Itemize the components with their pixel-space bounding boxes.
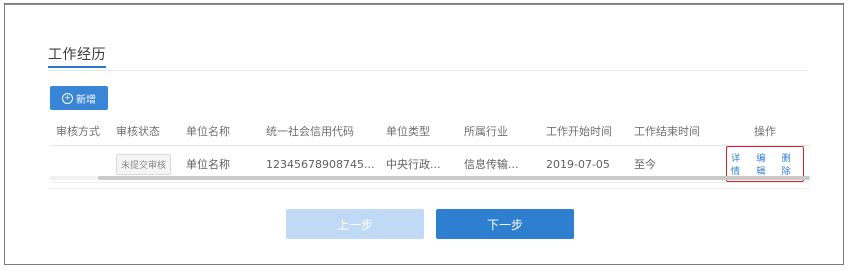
- horizontal-scrollbar[interactable]: [50, 176, 810, 180]
- edit-link[interactable]: 编辑: [756, 151, 773, 177]
- column-header[interactable]: 工作结束时间: [628, 117, 714, 146]
- column-header[interactable]: 单位类型: [380, 117, 458, 146]
- column-header[interactable]: 审核状态: [110, 117, 180, 146]
- add-button[interactable]: + 新增: [50, 86, 108, 110]
- next-step-button[interactable]: 下一步: [436, 209, 574, 239]
- previous-step-button[interactable]: 上一步: [286, 209, 424, 239]
- column-header[interactable]: 统一社会信用代码: [260, 117, 380, 146]
- table-header-row: 审核方式 审核状态 单位名称 统一社会信用代码 单位类型 所属行业 工作开始时间…: [50, 117, 810, 146]
- bottom-divider: [50, 188, 810, 189]
- column-header[interactable]: 工作开始时间: [540, 117, 628, 146]
- plus-circle-icon: +: [62, 92, 73, 104]
- work-history-table: 审核方式 审核状态 单位名称 统一社会信用代码 单位类型 所属行业 工作开始时间…: [50, 117, 810, 183]
- scrollbar-thumb[interactable]: [98, 176, 810, 180]
- column-header[interactable]: 审核方式: [50, 117, 110, 146]
- top-border: [5, 4, 843, 5]
- add-button-label: 新增: [76, 94, 96, 106]
- detail-link[interactable]: 详情: [731, 151, 748, 177]
- delete-link[interactable]: 删除: [782, 151, 799, 177]
- section-title-underline: [48, 66, 106, 68]
- column-header[interactable]: 单位名称: [180, 117, 260, 146]
- section-title: 工作经历: [48, 47, 106, 63]
- column-header[interactable]: 所属行业: [458, 117, 540, 146]
- status-badge: 未提交审核: [116, 153, 172, 175]
- section-divider: [48, 70, 808, 71]
- column-header-actions: 操作: [714, 117, 810, 146]
